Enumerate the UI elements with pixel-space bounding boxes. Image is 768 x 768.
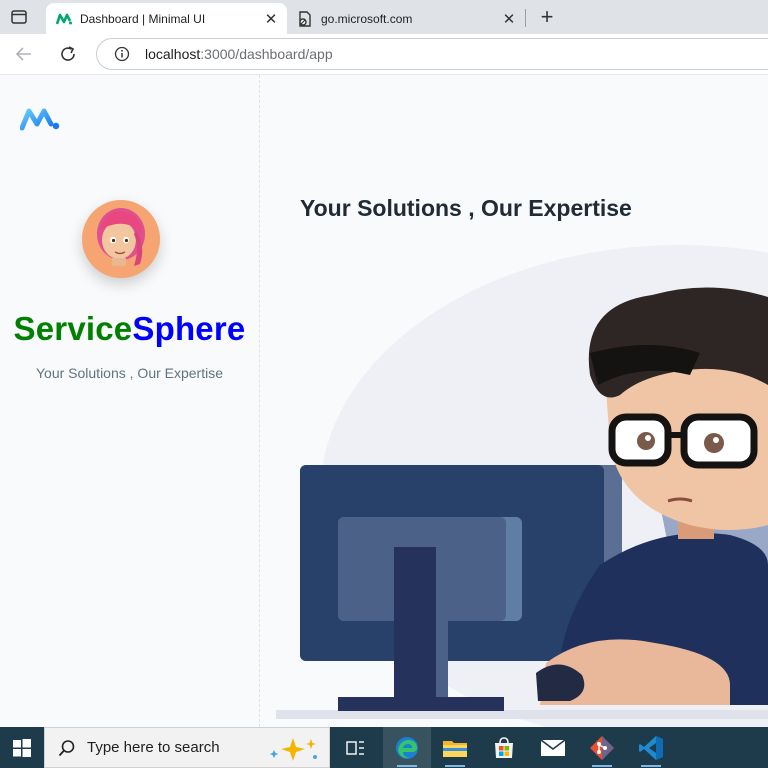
git-icon[interactable] (578, 727, 626, 768)
search-icon (57, 738, 77, 758)
tab-title: Dashboard | Minimal UI (80, 11, 206, 26)
brand-name: ServiceSphere (0, 310, 259, 348)
taskbar-search-box[interactable]: Type here to search (44, 727, 330, 768)
minimal-logo-favicon-icon (56, 11, 72, 27)
tab-dashboard[interactable]: Dashboard | Minimal UI ✕ (46, 3, 287, 34)
file-explorer-icon[interactable] (431, 727, 479, 768)
browser-nav-bar: localhost:3000/dashboard/app (0, 34, 768, 75)
address-bar[interactable]: localhost:3000/dashboard/app (96, 38, 768, 70)
app-logo-icon[interactable] (19, 107, 60, 131)
mail-icon[interactable] (529, 727, 577, 768)
avatar[interactable] (82, 200, 160, 278)
url-path: :3000/dashboard/app (200, 46, 333, 62)
url-host: localhost (145, 46, 201, 62)
close-tab-icon[interactable]: ✕ (261, 9, 281, 29)
reload-icon[interactable] (56, 42, 80, 66)
page-blocked-icon (297, 10, 313, 27)
vscode-icon[interactable] (627, 727, 675, 768)
microsoft-store-icon[interactable] (480, 727, 528, 768)
back-arrow-icon[interactable] (12, 42, 36, 66)
developer-at-computer-illustration (276, 245, 768, 727)
brand-name-part2: Sphere (132, 310, 246, 347)
new-tab-button[interactable]: + (535, 4, 559, 29)
brand-name-part1: Service (13, 310, 133, 347)
brand-tagline: Your Solutions , Our Expertise (35, 365, 224, 381)
search-placeholder: Type here to search (87, 739, 220, 756)
sidebar: ServiceSphere Your Solutions , Our Exper… (0, 75, 260, 727)
page-headline: Your Solutions , Our Expertise (300, 195, 632, 221)
tab-title: go.microsoft.com (321, 11, 413, 26)
tab-actions-icon[interactable] (8, 7, 30, 27)
close-tab-icon[interactable]: ✕ (499, 9, 519, 29)
browser-tab-bar: Dashboard | Minimal UI ✕ go.microsoft.co… (0, 0, 768, 34)
edge-icon[interactable] (383, 727, 431, 768)
tab-go-microsoft[interactable]: go.microsoft.com ✕ (287, 3, 525, 34)
windows-taskbar: Type here to search (0, 727, 768, 768)
main-content: Your Solutions , Our Expertise (260, 75, 768, 727)
search-highlight-sparkle-icon (269, 738, 317, 761)
windows-start-icon[interactable] (0, 727, 44, 768)
task-view-icon[interactable] (331, 727, 379, 768)
site-info-icon[interactable] (113, 45, 131, 63)
tab-separator (525, 9, 526, 27)
dashboard-page: ServiceSphere Your Solutions , Our Exper… (0, 75, 768, 727)
